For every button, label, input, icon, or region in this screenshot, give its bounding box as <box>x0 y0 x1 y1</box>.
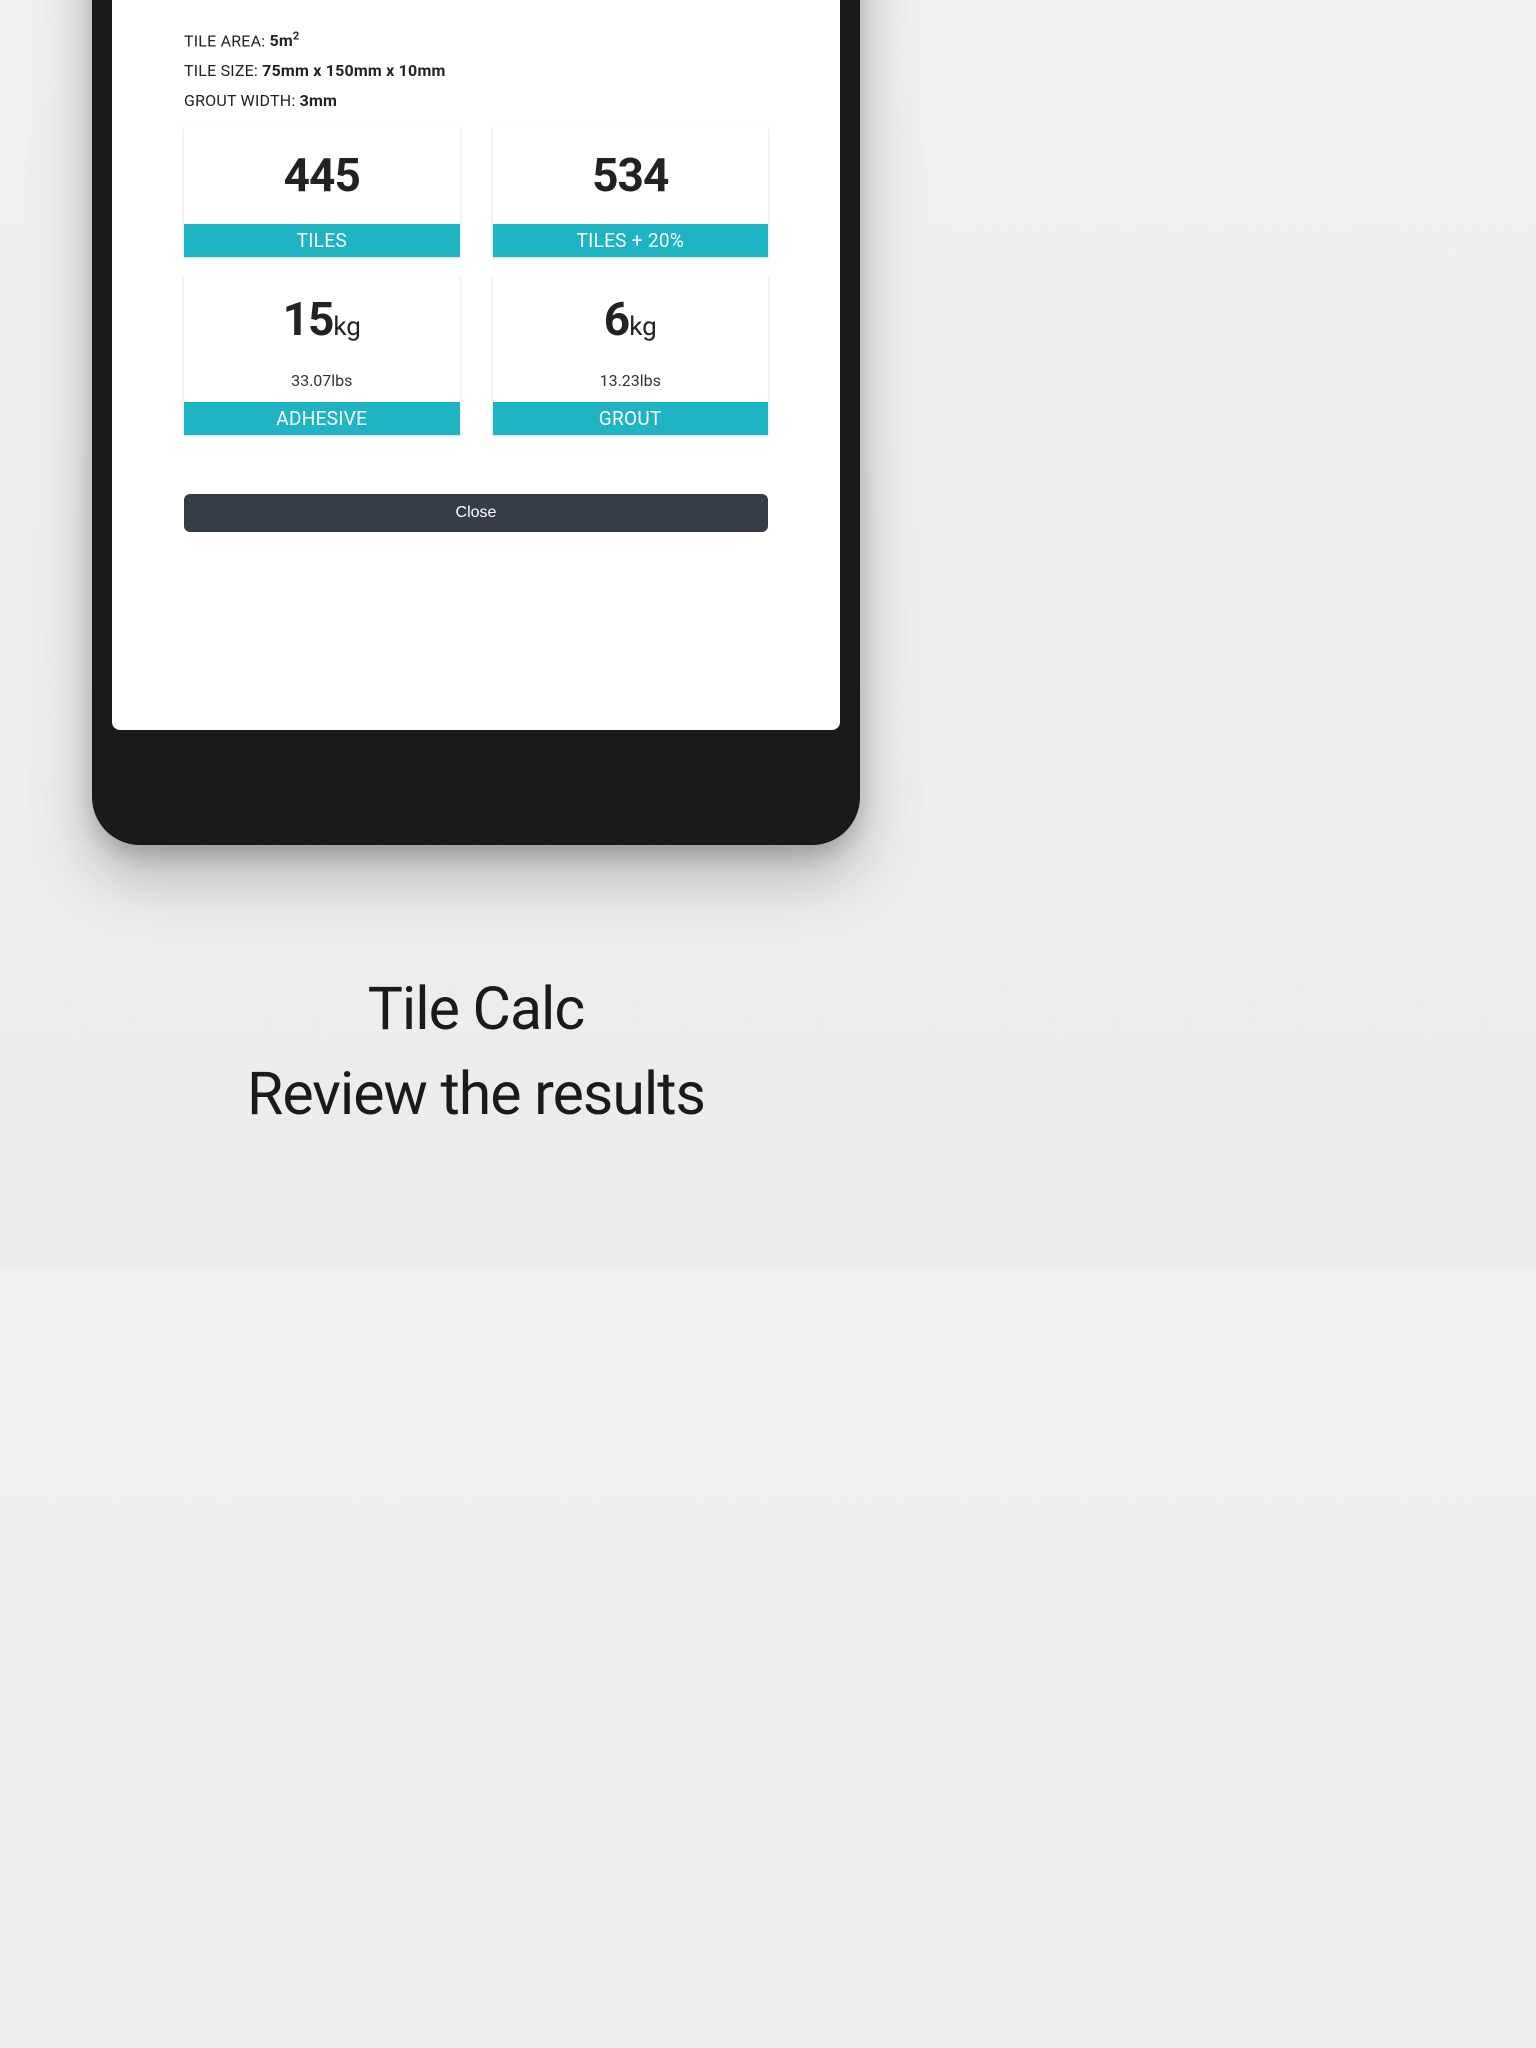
grout-width-line: GROUT WIDTH: 3mm <box>184 91 768 110</box>
tiles-value: 445 <box>284 149 360 203</box>
close-button[interactable]: Close <box>184 494 768 532</box>
tiles-plus-label: TILES + 20% <box>493 224 769 257</box>
tile-size-line: TILE SIZE: 75mm x 150mm x 10mm <box>184 61 768 80</box>
tiles-label: TILES <box>184 224 460 257</box>
grout-value: 6kg <box>604 293 657 347</box>
grout-sub: 13.23lbs <box>600 371 661 390</box>
tablet-screen: TILE AREA: 5m2 TILE SIZE: 75mm x 150mm x… <box>112 0 840 730</box>
grout-width-value: 3mm <box>300 91 338 110</box>
tile-size-label: TILE SIZE: <box>184 61 262 80</box>
tile-area-value: 5m2 <box>269 31 299 50</box>
results-grid: 445 TILES 534 TILES + 20% 15kg 33.07lbs … <box>184 126 768 435</box>
grout-width-label: GROUT WIDTH: <box>184 91 300 110</box>
tiles-plus-value: 534 <box>592 149 668 203</box>
caption-subtitle: Review the results <box>0 1060 952 1129</box>
caption-title: Tile Calc <box>0 975 952 1044</box>
result-card-grout: 6kg 13.23lbs GROUT <box>493 275 769 435</box>
result-card-adhesive: 15kg 33.07lbs ADHESIVE <box>184 275 460 435</box>
tablet-frame: TILE AREA: 5m2 TILE SIZE: 75mm x 150mm x… <box>92 0 860 845</box>
adhesive-label: ADHESIVE <box>184 402 460 435</box>
tile-area-label: TILE AREA: <box>184 31 269 50</box>
tile-size-value: 75mm x 150mm x 10mm <box>262 61 445 80</box>
result-card-tiles: 445 TILES <box>184 126 460 257</box>
adhesive-value: 15kg <box>283 293 361 347</box>
tile-area-line: TILE AREA: 5m2 <box>184 30 768 50</box>
grout-label: GROUT <box>493 402 769 435</box>
inputs-summary: TILE AREA: 5m2 TILE SIZE: 75mm x 150mm x… <box>184 30 768 121</box>
result-card-tiles-plus: 534 TILES + 20% <box>493 126 769 257</box>
adhesive-sub: 33.07lbs <box>291 371 352 390</box>
